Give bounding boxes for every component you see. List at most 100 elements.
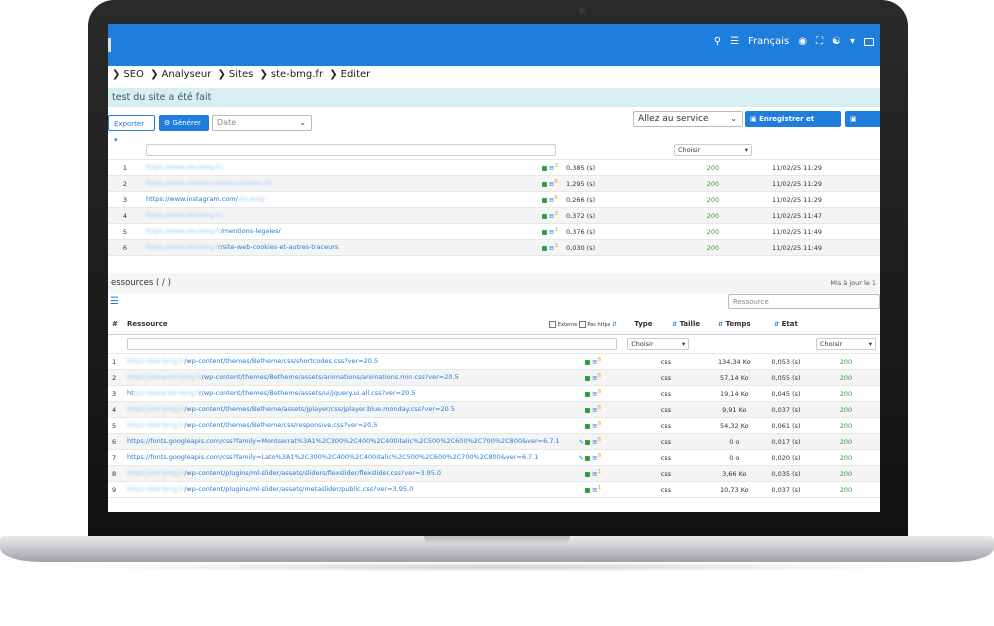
resource-filter-input[interactable] bbox=[127, 338, 618, 350]
url-filter-input[interactable] bbox=[146, 144, 556, 156]
page-url-hidden[interactable]: https://www.ste-bmg.fr/ bbox=[146, 211, 223, 219]
resource-type: css bbox=[623, 433, 709, 450]
table-row[interactable]: 5 https://www.ste-bmg.fr/mentions-legales… bbox=[108, 223, 880, 240]
page-url-link[interactable]: /mentions-legales/ bbox=[221, 227, 281, 235]
table-row[interactable]: 5 https://ste-bmg.fr/wp-content/themes/Be… bbox=[108, 417, 880, 434]
row-number: 4 bbox=[108, 207, 142, 224]
sort-icon[interactable]: ⇵ bbox=[718, 321, 723, 328]
status-filter-select[interactable]: Choisir ▾ bbox=[674, 144, 752, 156]
resource-type: css bbox=[623, 481, 709, 498]
menu-toggle-icon[interactable] bbox=[108, 38, 111, 52]
table-row[interactable]: 1 https://www.ste-bmg.fr/≡2 0,385 (s) 200 11… bbox=[108, 159, 880, 176]
table-row[interactable]: 1 https://ste-bmg.fr/wp-content/themes/Be… bbox=[108, 353, 880, 370]
page-url-hidden[interactable]: ste.bmg bbox=[238, 195, 265, 203]
resource-size: 54,32 Ko bbox=[708, 417, 760, 434]
resource-url-prefix[interactable]: ht bbox=[127, 389, 134, 397]
resource-url-hidden[interactable]: https://ste-bmg.fr bbox=[127, 405, 184, 413]
resource-url-link[interactable]: https://fonts.googleapis.com/css?family=… bbox=[127, 437, 560, 445]
table-row[interactable]: 7 https://fonts.googleapis.com/css?family… bbox=[108, 449, 880, 466]
breadcrumb-analyseur[interactable]: Analyseur bbox=[162, 69, 212, 80]
breadcrumb-site[interactable]: ste-bmg.fr bbox=[271, 69, 323, 80]
table-row[interactable]: 2 https://www.maison-communication.fr/≡6 1… bbox=[108, 175, 880, 192]
chevron-down-icon: ⌄ bbox=[730, 114, 737, 123]
row-number: 3 bbox=[108, 191, 142, 208]
table-row[interactable]: 9 https://ste-bmg.fr/wp-content/plugins/m… bbox=[108, 481, 880, 498]
col-time[interactable]: ⇵ Temps bbox=[708, 314, 760, 335]
resource-search-input[interactable]: Ressource bbox=[728, 294, 880, 309]
page-url-hidden[interactable]: https://www.ste-bmg.fr bbox=[146, 227, 221, 235]
chevron-down-icon[interactable]: ▾ bbox=[850, 36, 855, 47]
page-url-hidden[interactable]: https://www.ste-bmg.fr/ bbox=[146, 163, 223, 171]
users-icon[interactable]: ☯ bbox=[832, 36, 841, 47]
externe-checkbox[interactable] bbox=[549, 320, 557, 328]
table-row[interactable]: 4 https://www.ste-bmg.fr/≡2 0,372 (s) 200 11… bbox=[108, 207, 880, 224]
page-url-hidden[interactable]: https://www.ste-bmg.f bbox=[146, 243, 218, 251]
resource-url-hidden[interactable]: https://ste-bmg.fr bbox=[127, 469, 184, 477]
save-button[interactable]: ▣ Enreg bbox=[845, 111, 880, 139]
col-type[interactable]: Type bbox=[623, 314, 664, 335]
resource-url-cell: https://fonts.googleapis.com/css?family=… bbox=[123, 449, 624, 466]
breadcrumb-sites[interactable]: Sites bbox=[229, 69, 253, 80]
resource-time: 0,020 (s) bbox=[759, 449, 812, 466]
list-icon[interactable]: ☰ bbox=[730, 36, 739, 47]
resource-state: 200 bbox=[812, 353, 880, 370]
sort-icon[interactable]: ⇵ bbox=[774, 321, 779, 328]
columns-menu-icon[interactable]: ☰ bbox=[110, 296, 119, 307]
load-time: 1,295 (s) bbox=[562, 175, 620, 192]
resource-url-link[interactable]: /wp-content/themes/Betheme/assets/jplaye… bbox=[184, 405, 455, 413]
externe-label: Externe bbox=[557, 321, 578, 328]
language-selector[interactable]: Français bbox=[748, 36, 789, 47]
external-link-icon[interactable]: ✎ bbox=[579, 455, 584, 462]
resource-url-hidden[interactable]: https://ste-bmg.fr bbox=[127, 357, 184, 365]
lock-icon bbox=[584, 375, 590, 381]
pas-https-checkbox[interactable] bbox=[578, 320, 586, 328]
col-size[interactable]: ⇵ Taille bbox=[663, 314, 709, 335]
resource-state: 200 bbox=[812, 433, 880, 450]
resource-url-link[interactable]: r/wp-content/themes/Betheme/assets/ui/jq… bbox=[199, 389, 416, 397]
page-url-cell: https://www.ste-bmg.fr/≡2 bbox=[142, 207, 562, 224]
resource-url-link[interactable]: /wp-content/themes/Betheme/css/responsiv… bbox=[184, 421, 377, 429]
table-row[interactable]: 8 https://ste-bmg.fr/wp-content/plugins/m… bbox=[108, 465, 880, 482]
resource-url-hidden[interactable]: tps://www.ste-bmg.f bbox=[134, 389, 199, 397]
checked-date: 11/02/25 11:29 bbox=[756, 175, 838, 192]
lock-icon bbox=[541, 197, 547, 203]
table-row[interactable]: 3 https://www.ste-bmg.fr/wp-content/theme… bbox=[108, 385, 880, 402]
breadcrumb-seo[interactable]: SEO bbox=[123, 69, 144, 80]
type-filter-select[interactable]: Choisir ▾ bbox=[627, 338, 690, 350]
page-url-hidden[interactable]: https://www.maison-communication.fr/ bbox=[146, 179, 272, 187]
sort-icon[interactable]: ⇵ bbox=[672, 321, 677, 328]
save-continue-button[interactable]: ▣ Enregistrer et continuer bbox=[745, 111, 841, 139]
table-row[interactable]: 2 https://www.ste-bmg.fr/wp-content/theme… bbox=[108, 369, 880, 386]
resource-url-link[interactable]: /wp-content/themes/Betheme/css/shortcode… bbox=[184, 357, 378, 365]
resource-url-link[interactable]: /wp-content/plugins/ml-slider/assets/met… bbox=[184, 485, 413, 493]
resource-url-link[interactable]: /wp-content/themes/Betheme/assets/animat… bbox=[202, 373, 459, 381]
service-select[interactable]: Allez au service ⌄ bbox=[633, 111, 743, 127]
export-button[interactable]: Exporter ▾ bbox=[108, 115, 155, 144]
page-url-link[interactable]: r/site-web-cookies-et-autres-traceurs bbox=[218, 243, 338, 251]
table-row[interactable]: 4 https://ste-bmg.fr/wp-content/themes/Be… bbox=[108, 401, 880, 418]
col-state[interactable]: ⇵ Etat bbox=[759, 314, 812, 335]
table-row[interactable]: 6 https://fonts.googleapis.com/css?family… bbox=[108, 433, 880, 450]
col-resource[interactable]: Ressource bbox=[123, 314, 546, 335]
generate-button[interactable]: ⚙ Générer bbox=[159, 115, 209, 131]
fullscreen-icon[interactable]: ⛶ bbox=[816, 36, 823, 47]
load-time: 0,266 (s) bbox=[562, 191, 620, 208]
eye-slash-icon[interactable]: ◉ bbox=[798, 36, 807, 47]
count-badge: 2 bbox=[554, 210, 559, 217]
date-select[interactable]: Date ⌄ bbox=[212, 115, 312, 131]
checked-date: 11/02/25 11:29 bbox=[756, 159, 838, 176]
resource-url-hidden[interactable]: https://www.ste-bmg.fr bbox=[127, 373, 202, 381]
table-row[interactable]: 3 https://www.instagram.com/ste.bmg ≡6 0,26… bbox=[108, 191, 880, 208]
page-url-prefix[interactable]: https://www.instagram.com/ bbox=[146, 195, 238, 203]
window-icon[interactable] bbox=[864, 37, 874, 46]
state-filter-select[interactable]: Choisir ▾ bbox=[816, 338, 876, 350]
resource-url-hidden[interactable]: https://ste-bmg.fr bbox=[127, 485, 184, 493]
resource-url-hidden[interactable]: https://ste-bmg.fr bbox=[127, 421, 184, 429]
sort-icon[interactable]: ⇵ bbox=[612, 321, 617, 328]
resource-url-cell: https://ste-bmg.fr/wp-content/themes/Bet… bbox=[123, 417, 624, 434]
resource-url-link[interactable]: /wp-content/plugins/ml-slider/assets/sli… bbox=[184, 469, 441, 477]
search-icon[interactable]: ⚲ bbox=[714, 36, 721, 47]
external-link-icon[interactable]: ✎ bbox=[579, 439, 584, 446]
resource-url-link[interactable]: https://fonts.googleapis.com/css?family=… bbox=[127, 453, 538, 461]
table-row[interactable]: 6 https://www.ste-bmg.fr/site-web-cookies… bbox=[108, 239, 880, 256]
